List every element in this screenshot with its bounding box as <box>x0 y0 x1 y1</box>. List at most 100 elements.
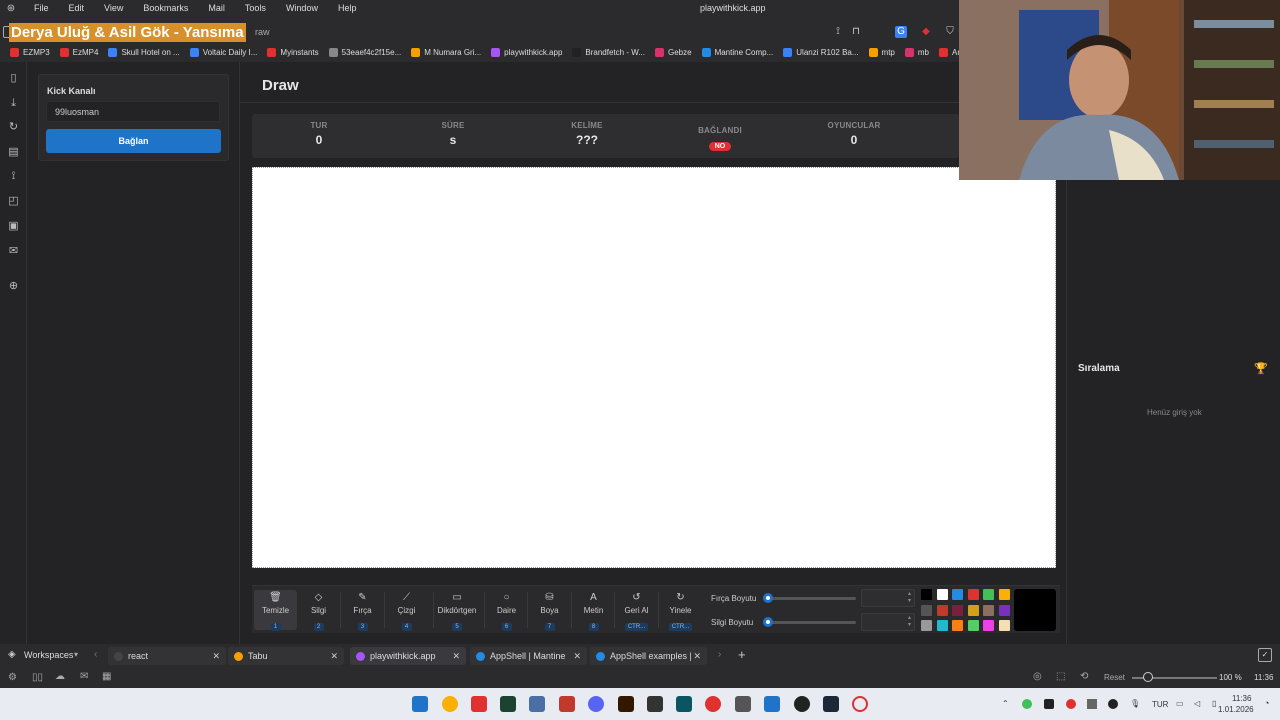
color-swatch[interactable] <box>998 589 1010 600</box>
color-swatch[interactable] <box>921 604 932 616</box>
browser-tab[interactable]: AppShell | Mantine ✕ <box>470 647 587 665</box>
color-swatch[interactable] <box>983 604 994 616</box>
color-swatch[interactable] <box>983 620 994 631</box>
tray-red-icon[interactable] <box>1066 699 1076 709</box>
tool-line-button[interactable]: ⟋ Çizgi 4 <box>385 590 428 631</box>
reading-list-icon[interactable]: ▣ <box>7 220 20 233</box>
terminal-icon[interactable] <box>500 696 516 712</box>
recorder-icon[interactable] <box>705 696 721 712</box>
extension-translate-icon[interactable]: G <box>895 26 907 38</box>
app-ring-icon[interactable] <box>852 696 868 712</box>
menu-file[interactable]: File <box>24 3 59 13</box>
extension-red-icon[interactable]: ◆ <box>920 26 932 38</box>
cloud-icon[interactable]: ☁ <box>55 671 65 682</box>
chrome-icon[interactable] <box>442 696 458 712</box>
browser-tab[interactable]: AppShell examples | M✕ <box>590 647 707 665</box>
add-panel-icon[interactable]: ⊕ <box>7 280 20 293</box>
color-swatch[interactable] <box>967 589 979 600</box>
taskbar-time[interactable]: 11:36 <box>1232 694 1251 703</box>
tray-green-icon[interactable] <box>1022 699 1032 709</box>
discord-icon[interactable] <box>588 696 604 712</box>
tool-text-button[interactable]: A Metin 8 <box>572 590 615 631</box>
history-icon[interactable]: ↻ <box>7 121 20 134</box>
color-swatch[interactable] <box>921 589 932 600</box>
calendar-icon[interactable]: ▦ <box>102 671 111 682</box>
tool-eraser-button[interactable]: ◇ Silgi 2 <box>297 590 340 631</box>
bookmark-item[interactable]: mtp <box>868 47 895 57</box>
color-swatch[interactable] <box>952 620 963 631</box>
obs-icon[interactable] <box>794 696 810 712</box>
menu-bookmarks[interactable]: Bookmarks <box>133 3 198 13</box>
bookmark-item[interactable]: mb <box>904 47 929 57</box>
new-tab-icon[interactable]: + <box>738 647 746 662</box>
downloads-icon[interactable]: ⤓ <box>7 97 20 110</box>
menu-help[interactable]: Help <box>328 3 367 13</box>
mail-icon[interactable]: ✉ <box>7 245 20 258</box>
bookmark-item[interactable]: EZMP3 <box>10 47 50 57</box>
database-icon[interactable] <box>529 696 545 712</box>
notes-icon[interactable]: ▤ <box>7 146 20 159</box>
drawing-canvas[interactable] <box>252 167 1056 568</box>
davinci-icon[interactable] <box>647 696 663 712</box>
eraser-size-number-input[interactable]: ▴ ▾ <box>861 613 915 631</box>
bookmark-item[interactable]: Brandfetch - W... <box>572 47 645 57</box>
workspaces-icon[interactable]: ◈ <box>8 649 16 660</box>
browser-tab[interactable]: playwithkick.app ✕ <box>350 647 466 665</box>
color-swatch[interactable] <box>998 604 1010 616</box>
eraser-size-slider-track[interactable] <box>768 621 856 624</box>
taskbar-date[interactable]: 1.01.2026 <box>1218 705 1254 714</box>
sync-icon[interactable]: ⚙ <box>8 672 17 683</box>
tool-undo-button[interactable]: ↺ Geri Al CTR... <box>615 590 658 631</box>
menu-mail[interactable]: Mail <box>198 3 235 13</box>
tiling-icon[interactable]: ▯▯ <box>32 672 43 683</box>
zoom-reset-button[interactable]: Reset <box>1104 673 1125 682</box>
translate-panel-icon[interactable]: ⟟ <box>7 170 20 183</box>
bookmarks-panel-icon[interactable]: ▯ <box>7 72 20 85</box>
close-tab-icon[interactable]: ✕ <box>212 651 220 662</box>
tabs-scroll-left-icon[interactable]: ‹ <box>94 649 97 660</box>
window-panel-icon[interactable]: ◰ <box>7 195 20 208</box>
tool-bucket-button[interactable]: ⛁ Boya 7 <box>528 590 571 631</box>
menu-tools[interactable]: Tools <box>235 3 276 13</box>
close-tab-icon[interactable]: ✕ <box>693 651 701 662</box>
close-tab-icon[interactable]: ✕ <box>452 651 460 662</box>
browser-tab[interactable]: Tabu ✕ <box>228 647 344 665</box>
app-gray-icon[interactable] <box>735 696 751 712</box>
microphone-icon[interactable]: 🎙 <box>1130 699 1140 708</box>
bookmark-item[interactable]: Ulanzi R102 Ba... <box>783 47 859 57</box>
menu-edit[interactable]: Edit <box>59 3 95 13</box>
vivaldi-logo-icon[interactable]: ⊛ <box>4 1 18 15</box>
tray-chevron-icon[interactable]: ⌃ <box>1002 699 1009 708</box>
bookmark-item[interactable]: Skull Hotel on ... <box>108 47 180 57</box>
color-swatch[interactable] <box>998 620 1010 631</box>
bookmark-item[interactable]: playwithkick.app <box>491 47 562 57</box>
close-tab-icon[interactable]: ✕ <box>573 651 581 662</box>
tool-brush-button[interactable]: ✎ Fırça 3 <box>341 590 384 631</box>
network-icon[interactable]: ▭ <box>1176 699 1184 708</box>
tray-app-icon[interactable] <box>1044 699 1054 709</box>
color-swatch[interactable] <box>921 620 932 631</box>
color-swatch[interactable] <box>952 589 963 600</box>
tab-menu-icon[interactable]: ✓ <box>1258 648 1272 662</box>
kick-channel-input[interactable] <box>46 101 220 122</box>
color-swatch[interactable] <box>936 604 948 616</box>
bookmark-item[interactable]: Mantine Comp... <box>701 47 773 57</box>
bookmark-item[interactable]: M Numara Gri... <box>411 47 481 57</box>
steam-icon[interactable] <box>823 696 839 712</box>
app-blue-icon[interactable] <box>764 696 780 712</box>
browser-tab[interactable]: react ✕ <box>108 647 226 665</box>
brush-size-number-input[interactable]: ▴ ▾ <box>861 589 915 607</box>
shield-icon[interactable]: ⛉ <box>944 26 956 38</box>
capture-icon[interactable]: ◎ <box>1033 671 1042 682</box>
tool-trash-button[interactable]: 🗑 Temizle 1 <box>254 590 297 631</box>
app-teal-icon[interactable] <box>676 696 692 712</box>
bookmark-item[interactable]: 53eaef4c2f15e... <box>328 47 401 57</box>
start-icon[interactable] <box>412 696 428 712</box>
connect-button[interactable]: Bağlan <box>46 129 221 153</box>
color-swatch[interactable] <box>952 604 963 616</box>
bookmark-item[interactable]: Gebze <box>654 47 692 57</box>
vivaldi-icon[interactable] <box>471 696 487 712</box>
tool-rectangle-button[interactable]: ▭ Dikdörtgen 5 <box>434 590 480 631</box>
zoom-slider-knob[interactable] <box>1143 672 1153 682</box>
speaker-icon[interactable]: ◁ <box>1194 699 1200 708</box>
